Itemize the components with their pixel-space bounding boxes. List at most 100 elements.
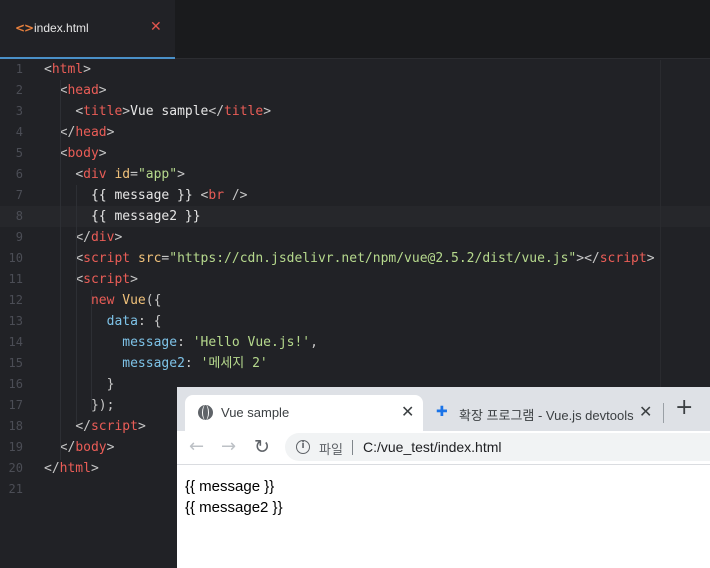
address-bar[interactable]: i 파일 C:/vue_test/index.html bbox=[285, 433, 710, 461]
close-icon[interactable]: ✕ bbox=[639, 402, 652, 421]
code-token: html bbox=[51, 62, 84, 77]
code-line[interactable]: 11 <script> bbox=[0, 269, 710, 290]
code-token: > bbox=[83, 62, 91, 77]
forward-button[interactable]: → bbox=[221, 436, 236, 458]
code-line[interactable]: 10 <script src="https://cdn.jsdelivr.net… bbox=[0, 248, 710, 269]
code-token: > bbox=[263, 104, 272, 119]
code-line[interactable]: 5 <body> bbox=[0, 143, 710, 164]
code-token: ({ bbox=[145, 293, 162, 308]
code-line[interactable]: 9 </div> bbox=[0, 227, 710, 248]
code-text: </div> bbox=[44, 227, 122, 248]
code-token: script bbox=[599, 251, 647, 266]
line-number: 9 bbox=[15, 230, 23, 244]
line-number: 4 bbox=[15, 125, 23, 139]
code-token: > bbox=[106, 440, 115, 455]
code-token: : bbox=[177, 335, 193, 350]
code-token: </ bbox=[44, 461, 60, 476]
code-token: id bbox=[114, 167, 131, 182]
code-token: html bbox=[59, 461, 91, 476]
code-text: <head> bbox=[44, 80, 107, 101]
code-token: > bbox=[90, 461, 99, 476]
new-tab-button[interactable]: + bbox=[675, 397, 693, 419]
code-token: > bbox=[122, 104, 131, 119]
page-content: {{ message }} {{ message2 }} bbox=[185, 476, 283, 518]
code-token: }); bbox=[90, 398, 115, 413]
code-line[interactable]: 3 <title>Vue sample</title> bbox=[0, 101, 710, 122]
browser-tab-label: Vue sample bbox=[221, 405, 290, 420]
code-line[interactable]: 12 new Vue({ bbox=[0, 290, 710, 311]
code-line[interactable]: 14 message: 'Hello Vue.js!', bbox=[0, 332, 710, 353]
tab-separator bbox=[663, 403, 664, 423]
code-token: "https://cdn.jsdelivr.net/npm/vue@2.5.2/… bbox=[169, 251, 577, 266]
code-token: body bbox=[75, 440, 107, 455]
code-text: message: 'Hello Vue.js!', bbox=[44, 332, 318, 353]
code-text: message2: '메세지 2' bbox=[44, 353, 267, 374]
info-icon[interactable]: i bbox=[296, 440, 310, 454]
code-token: > bbox=[177, 167, 185, 182]
code-line[interactable]: 1 <html> bbox=[0, 59, 710, 80]
code-token: < bbox=[44, 62, 52, 77]
code-text: <script> bbox=[44, 269, 138, 290]
code-token: message2 bbox=[122, 356, 185, 371]
editor-tab-bar: <> index.html ✕ bbox=[0, 0, 710, 59]
line-number: 17 bbox=[8, 398, 23, 412]
code-line[interactable]: 15 message2: '메세지 2' bbox=[0, 353, 710, 374]
code-token: title bbox=[83, 104, 123, 119]
editor-tab-index-html[interactable]: <> index.html ✕ bbox=[0, 0, 175, 59]
globe-icon bbox=[198, 405, 213, 420]
code-token: body bbox=[67, 146, 99, 161]
browser-tab-devtools[interactable]: ✚ 확장 프로그램 - Vue.js devtools ✕ bbox=[429, 395, 659, 431]
code-text: {{ message2 }} bbox=[44, 206, 201, 227]
line-number: 7 bbox=[15, 188, 23, 202]
indent-guide bbox=[91, 290, 92, 410]
code-token: , bbox=[310, 335, 318, 350]
line-number: 12 bbox=[8, 293, 23, 307]
address-url[interactable]: C:/vue_test/index.html bbox=[363, 439, 502, 455]
code-line[interactable]: 6 <div id="app"> bbox=[0, 164, 710, 185]
code-line[interactable]: 7 {{ message }} <br /> bbox=[0, 185, 710, 206]
line-number: 19 bbox=[8, 440, 23, 454]
code-text: } bbox=[44, 374, 115, 395]
code-token: div bbox=[90, 230, 115, 245]
code-token: < bbox=[75, 167, 84, 182]
close-icon[interactable]: ✕ bbox=[401, 402, 414, 421]
code-token: div bbox=[83, 167, 107, 182]
code-token: {{ message2 }} bbox=[44, 209, 201, 224]
code-token: script bbox=[83, 251, 131, 266]
code-line[interactable]: 8 {{ message2 }} bbox=[0, 206, 710, 227]
close-icon[interactable]: ✕ bbox=[150, 19, 162, 35]
code-token: message bbox=[122, 335, 178, 350]
editor-tab-label: index.html bbox=[34, 21, 89, 35]
code-token: </ bbox=[75, 419, 91, 434]
code-text: <body> bbox=[44, 143, 107, 164]
code-text: <title>Vue sample</title> bbox=[44, 101, 271, 122]
code-text: new Vue({ bbox=[44, 290, 161, 311]
line-number: 15 bbox=[8, 356, 23, 370]
rendered-message2: {{ message2 }} bbox=[185, 499, 283, 516]
back-button[interactable]: ← bbox=[189, 436, 204, 458]
code-token: </ bbox=[208, 104, 225, 119]
code-token: </ bbox=[59, 125, 76, 140]
code-token: "app" bbox=[137, 167, 178, 182]
line-number: 2 bbox=[15, 83, 23, 97]
browser-tab-vue-sample[interactable]: Vue sample ✕ bbox=[185, 395, 423, 431]
code-icon: <> bbox=[15, 21, 34, 35]
line-number: 10 bbox=[8, 251, 23, 265]
reload-button[interactable]: ↻ bbox=[254, 436, 270, 458]
code-token: script bbox=[83, 272, 131, 287]
code-line[interactable]: 4 </head> bbox=[0, 122, 710, 143]
code-text: data: { bbox=[44, 311, 162, 332]
code-line[interactable]: 2 <head> bbox=[0, 80, 710, 101]
code-token: head bbox=[67, 83, 99, 98]
code-text: }); bbox=[44, 395, 114, 416]
line-number: 11 bbox=[8, 272, 23, 286]
code-token: > bbox=[646, 251, 655, 266]
line-number: 1 bbox=[15, 62, 23, 76]
code-line[interactable]: 13 data: { bbox=[0, 311, 710, 332]
